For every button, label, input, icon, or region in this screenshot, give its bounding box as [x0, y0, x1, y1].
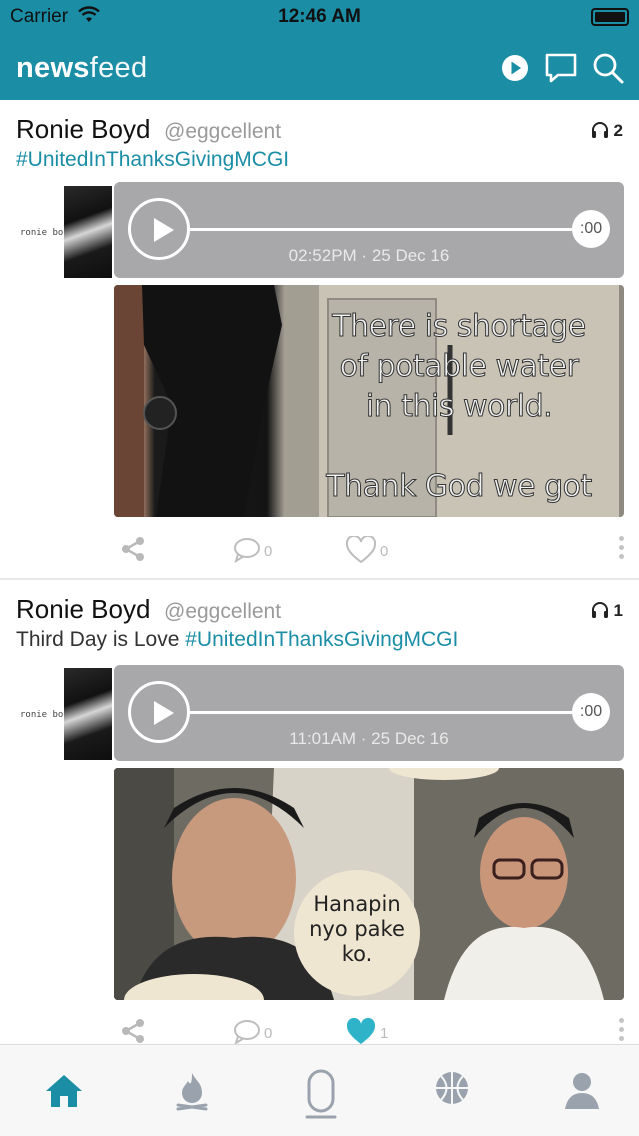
audio-progress-track[interactable] [190, 228, 572, 231]
hashtag-link[interactable]: #UnitedInThanksGivingMCGI [185, 628, 458, 651]
avatar[interactable]: ronie boyd [16, 186, 112, 278]
listen-count: 1 [590, 600, 623, 621]
audio-duration: :00 [572, 693, 610, 731]
title-news: news [16, 52, 90, 84]
heart-filled-icon[interactable] [345, 1017, 377, 1044]
overlay-line: in this world. [365, 389, 553, 425]
author-handle[interactable]: @eggcellent [164, 600, 281, 624]
avatar-photo [64, 186, 112, 278]
more-options-icon[interactable] [619, 536, 625, 563]
comment-icon[interactable] [233, 1018, 261, 1044]
author-name[interactable]: Ronie Boyd [16, 594, 150, 625]
like-count: 1 [380, 1025, 389, 1042]
audio-timestamp: 11:01AM · 25 Dec 16 [289, 729, 449, 748]
overlay-line: There is shortage [332, 309, 587, 345]
basketball-icon[interactable] [431, 1067, 481, 1117]
post-image[interactable]: There is shortage of potable water in th… [114, 285, 624, 517]
title-feed: feed [89, 52, 148, 84]
audio-player: :00 11:01AM · 25 Dec 16 [114, 665, 624, 761]
overlay-line: of potable water [339, 349, 579, 385]
overlay-line: Hanapin [313, 892, 401, 916]
author-name[interactable]: Ronie Boyd [16, 114, 150, 145]
like-count: 0 [380, 543, 389, 560]
tab-bar [0, 1044, 639, 1136]
listen-count-value: 2 [613, 121, 623, 140]
page-title: newsfeed [16, 52, 147, 85]
heart-icon[interactable] [345, 534, 377, 569]
nav-bar: newsfeed [0, 34, 639, 100]
author-handle[interactable]: @eggcellent [164, 120, 281, 144]
comment-count: 0 [264, 1025, 273, 1042]
post-caption: Third Day is Love #UnitedInThanksGivingM… [16, 628, 458, 652]
audio-player: :00 02:52PM · 25 Dec 16 [114, 182, 624, 278]
headphones-icon [591, 122, 608, 138]
play-circle-icon[interactable] [498, 51, 532, 85]
audio-progress-track[interactable] [190, 711, 572, 714]
post-image[interactable]: Hanapin nyo pake ko. [114, 768, 624, 1000]
post-actions: 0 1 [0, 1012, 639, 1044]
audio-duration: :00 [572, 210, 610, 248]
microphone-icon[interactable] [297, 1067, 347, 1119]
news-feed[interactable]: Ronie Boyd @eggcellent 2 #UnitedInThanks… [0, 100, 639, 1044]
post-caption: #UnitedInThanksGivingMCGI [16, 148, 289, 172]
post-actions: 0 0 [0, 530, 639, 570]
listen-count: 2 [590, 120, 623, 141]
listen-count-value: 1 [613, 601, 623, 620]
comment-count: 0 [264, 543, 273, 560]
comment-icon[interactable] [233, 536, 261, 569]
share-icon[interactable] [120, 536, 146, 567]
chat-bubble-icon[interactable] [544, 51, 578, 85]
feed-post: Ronie Boyd @eggcellent 1 Third Day is Lo… [0, 580, 639, 1044]
status-bar: Carrier 12:46 AM [0, 0, 639, 34]
caption-text: Third Day is Love [16, 628, 186, 651]
fire-icon[interactable] [168, 1067, 218, 1117]
share-icon[interactable] [120, 1018, 146, 1044]
overlay-line: Thank God we got [326, 469, 593, 505]
search-icon[interactable] [591, 51, 625, 85]
battery-icon [591, 8, 629, 26]
avatar[interactable]: ronie boyd [16, 668, 112, 760]
more-options-icon[interactable] [619, 1018, 625, 1044]
audio-timestamp: 02:52PM · 25 Dec 16 [288, 246, 450, 265]
overlay-line: ko. [341, 942, 373, 966]
hashtag-link[interactable]: #UnitedInThanksGivingMCGI [16, 148, 289, 171]
headphones-icon [591, 602, 608, 618]
clock: 12:46 AM [278, 6, 361, 27]
avatar-photo [64, 668, 112, 760]
overlay-line: nyo pake [309, 917, 405, 941]
home-icon[interactable] [40, 1067, 90, 1117]
image-speech-bubble: Hanapin nyo pake ko. [294, 870, 420, 996]
feed-post: Ronie Boyd @eggcellent 2 #UnitedInThanks… [0, 100, 639, 578]
image-overlay-text: There is shortage of potable water in th… [314, 307, 604, 507]
profile-icon[interactable] [558, 1067, 608, 1117]
